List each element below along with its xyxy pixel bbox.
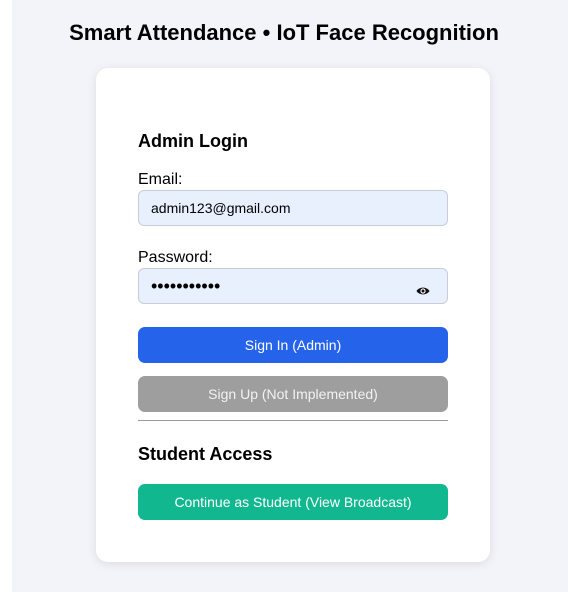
sign-in-admin-button[interactable]: Sign In (Admin) [138,327,448,363]
section-divider [138,420,448,421]
password-label: Password: [138,249,213,266]
login-card: Admin Login Email: Password: Sign In (Ad… [96,68,490,562]
admin-login-heading: Admin Login [138,131,248,151]
email-label: Email: [138,171,183,188]
student-access-heading: Student Access [138,444,273,464]
page-title: Smart Attendance • IoT Face Recognition [69,20,499,45]
password-field[interactable] [138,268,448,304]
sign-up-button[interactable]: Sign Up (Not Implemented) [138,376,448,412]
email-field[interactable] [138,190,448,226]
eye-icon[interactable] [412,283,434,299]
continue-as-student-button[interactable]: Continue as Student (View Broadcast) [138,484,448,520]
